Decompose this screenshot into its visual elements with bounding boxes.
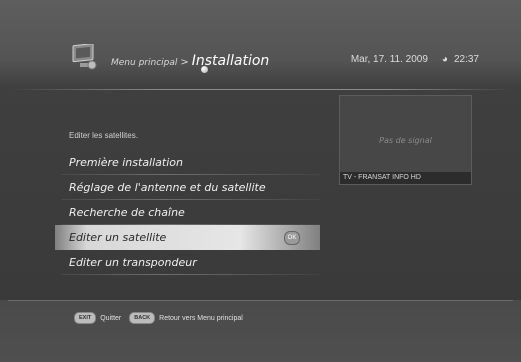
time-text: 22:37 [453,54,479,65]
header-divider [8,89,513,90]
menu-item-label: Réglage de l'antenne et du satellite [69,181,266,194]
footer-divider [8,300,513,301]
clock-icon: ◕ [441,54,448,65]
breadcrumb-parent: Menu principal [111,58,178,68]
tv-preview-window: Pas de signal TV - FRANSAT INFO HD [339,95,472,185]
footer-key-help: EXIT Quitter BACK Retour vers Menu princ… [74,311,251,325]
installation-menu: Première installation Réglage de l'anten… [55,150,320,275]
menu-item-label: Recherche de chaîne [69,206,185,219]
no-signal-text: Pas de signal [379,136,432,145]
menu-item-label: Première installation [69,156,183,169]
header-indicator-dot [201,66,208,73]
exit-key-icon[interactable]: EXIT [74,312,97,324]
date-time: Mar, 17. 11. 2009 ◕ 22:37 [351,54,479,65]
installation-tv-icon [72,44,97,70]
back-label: Retour vers Menu principal [159,314,243,322]
menu-item-recherche-chaine[interactable]: Recherche de chaîne [55,200,320,225]
menu-item-label: Editer un transpondeur [69,256,197,269]
back-key-icon[interactable]: BACK [129,312,156,324]
tv-menu-screen: Menu principal > Installation Mar, 17. 11.… [0,0,521,362]
menu-item-editer-satellite[interactable]: Editer un satellite OK [55,225,320,250]
ok-button-icon: OK [284,231,300,245]
channel-name: TV - FRANSAT INFO HD [340,172,471,184]
breadcrumb: Menu principal > Installation [111,50,269,69]
menu-item-label: Editer un satellite [69,231,167,244]
breadcrumb-separator: > [180,57,189,68]
help-hint: Editer les satellites. [69,131,138,140]
exit-label: Quitter [100,314,122,322]
menu-item-reglage-antenne[interactable]: Réglage de l'antenne et du satellite [55,175,320,200]
menu-item-premiere-installation[interactable]: Première installation [55,150,320,175]
menu-item-editer-transpondeur[interactable]: Editer un transpondeur [55,250,320,275]
date-text: Mar, 17. 11. 2009 [350,54,428,65]
